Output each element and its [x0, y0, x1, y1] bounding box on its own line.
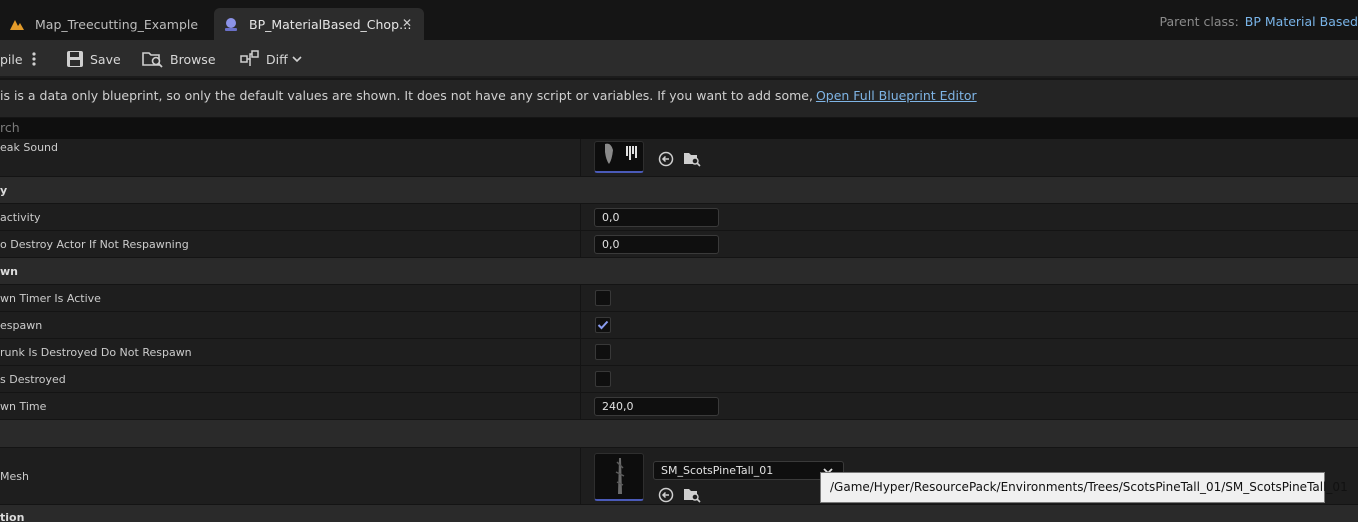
data-only-info-bar: is is a data only blueprint, so only the… — [0, 80, 1358, 117]
respawn-time-input[interactable]: 240,0 — [594, 397, 719, 416]
property-label: eak Sound — [0, 141, 59, 154]
property-row-break-sound: eak Sound — [0, 139, 1358, 177]
property-label: runk Is Destroyed Do Not Respawn — [0, 346, 192, 359]
column-divider — [580, 366, 581, 392]
compile-label: pile — [0, 51, 23, 67]
diff-label: Diff — [266, 51, 288, 67]
property-row-is-destroyed: s Destroyed — [0, 366, 1358, 393]
property-row-respawn: espawn — [0, 312, 1358, 339]
save-label: Save — [90, 51, 121, 67]
compile-button[interactable]: pile — [0, 49, 23, 69]
asset-path-tooltip: /Game/Hyper/ResourcePack/Environments/Tr… — [820, 472, 1348, 503]
parent-class: Parent class: BP Material Based — [1160, 14, 1358, 29]
property-row-timer-active: wn Timer Is Active — [0, 285, 1358, 312]
property-label: wn Time — [0, 400, 47, 413]
browse-button[interactable]: Browse — [142, 49, 216, 69]
timer-active-checkbox[interactable] — [595, 290, 611, 306]
activity-input[interactable]: 0,0 — [594, 208, 719, 227]
parent-class-label: Parent class: — [1159, 14, 1239, 29]
compile-options-icon[interactable] — [28, 49, 46, 69]
column-divider — [580, 393, 581, 419]
is-destroyed-checkbox[interactable] — [595, 371, 611, 387]
category-label: y — [0, 184, 8, 197]
save-icon — [67, 51, 83, 67]
trunk-destroyed-checkbox[interactable] — [595, 344, 611, 360]
tab-map-treecutting[interactable]: Map_Treecutting_Example — [0, 8, 210, 40]
column-divider — [580, 231, 581, 257]
property-row-respawn-time: wn Time 240,0 — [0, 393, 1358, 420]
browse-icon — [142, 52, 163, 68]
category-header[interactable]: y — [0, 177, 1358, 204]
tab-bp-materialbased[interactable]: BP_MaterialBased_Chop… ✕ — [214, 8, 424, 40]
property-label: s Destroyed — [0, 373, 66, 386]
use-selected-icon[interactable] — [657, 486, 675, 504]
destroy-actor-input[interactable]: 0,0 — [594, 235, 719, 254]
column-divider — [580, 139, 581, 176]
browse-asset-icon[interactable] — [683, 150, 701, 168]
details-panel: eak Sound y activity 0,0 o Destroy Actor… — [0, 139, 1358, 522]
property-row-activity: activity 0,0 — [0, 204, 1358, 231]
tab-label: Map_Treecutting_Example — [35, 16, 199, 32]
blueprint-icon — [222, 15, 240, 33]
toolbar: pile Save Browse Diff — [0, 40, 1358, 78]
close-icon[interactable]: ✕ — [402, 16, 412, 30]
column-divider — [580, 204, 581, 230]
level-map-icon — [8, 15, 26, 33]
checkmark-icon — [597, 320, 609, 330]
browse-label: Browse — [170, 51, 216, 67]
search-placeholder: rch — [0, 120, 20, 135]
column-divider — [580, 312, 581, 338]
category-header[interactable]: wn — [0, 258, 1358, 285]
category-label: tion — [0, 511, 25, 522]
respawn-checkbox[interactable] — [595, 317, 611, 333]
diff-icon — [240, 50, 259, 66]
diff-button[interactable]: Diff — [240, 49, 308, 69]
tab-bar: Map_Treecutting_Example BP_MaterialBased… — [0, 0, 1358, 40]
mesh-asset-combo[interactable]: SM_ScotsPineTall_01 — [653, 461, 844, 480]
column-divider — [580, 285, 581, 311]
search-input[interactable]: rch — [0, 118, 1358, 139]
browse-asset-icon[interactable] — [683, 486, 701, 504]
property-label: o Destroy Actor If Not Respawning — [0, 238, 189, 251]
info-text: is is a data only blueprint, so only the… — [0, 88, 813, 103]
property-label: Mesh — [0, 470, 29, 483]
category-header[interactable] — [0, 420, 1358, 448]
chevron-down-icon — [292, 56, 302, 63]
property-row-destroy-actor: o Destroy Actor If Not Respawning 0,0 — [0, 231, 1358, 258]
property-label: espawn — [0, 319, 43, 332]
property-row-trunk-destroyed: runk Is Destroyed Do Not Respawn — [0, 339, 1358, 366]
mesh-asset-thumbnail[interactable] — [594, 453, 644, 501]
sound-asset-thumbnail[interactable] — [594, 141, 644, 173]
use-selected-icon[interactable] — [657, 150, 675, 168]
mesh-asset-name: SM_ScotsPineTall_01 — [661, 464, 774, 477]
tooltip-text: /Game/Hyper/ResourcePack/Environments/Tr… — [830, 480, 1348, 494]
open-full-editor-link[interactable]: Open Full Blueprint Editor — [816, 88, 977, 103]
category-header[interactable]: tion — [0, 505, 1358, 522]
property-label: activity — [0, 211, 41, 224]
tab-label: BP_MaterialBased_Chop… — [249, 16, 412, 32]
column-divider — [580, 448, 581, 504]
category-label: wn — [0, 265, 18, 278]
parent-class-link[interactable]: BP Material Based — [1245, 14, 1358, 29]
save-button[interactable]: Save — [66, 49, 121, 69]
property-label: wn Timer Is Active — [0, 292, 101, 305]
column-divider — [580, 339, 581, 365]
